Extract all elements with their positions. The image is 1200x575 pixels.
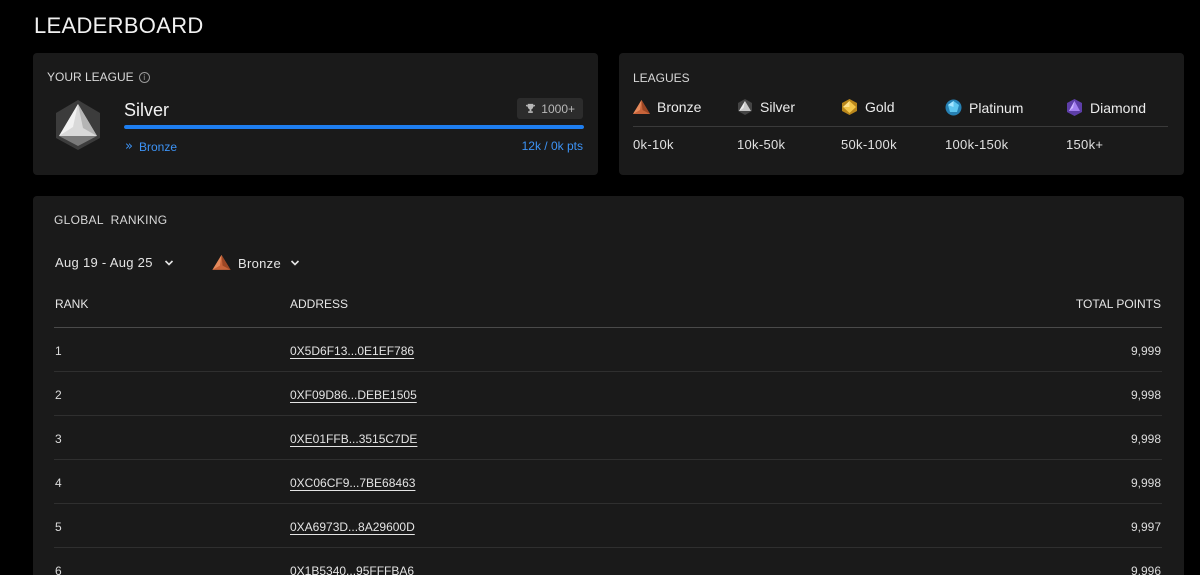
gold-gem-icon xyxy=(842,99,857,115)
rank-badge: 1000+ xyxy=(517,98,583,119)
row-address-link[interactable]: 0XF09D86...DEBE1505 xyxy=(290,388,417,402)
leagues-label: LEAGUES xyxy=(633,71,690,85)
league-range-diamond: 150k+ xyxy=(1066,137,1104,152)
table-row: 5 0XA6973D...8A29600D 9,997 xyxy=(54,504,1162,548)
row-rank: 1 xyxy=(55,344,62,358)
row-rank: 5 xyxy=(55,520,62,534)
league-item-silver: Silver xyxy=(737,99,795,115)
double-chevron-right-icon: » xyxy=(125,139,133,154)
row-address-link[interactable]: 0XA6973D...8A29600D xyxy=(290,520,415,534)
row-total-points: 9,998 xyxy=(1130,476,1161,490)
row-rank: 3 xyxy=(55,432,62,446)
league-points: 12k / 0k pts xyxy=(521,139,583,153)
league-filter-dropdown[interactable]: Bronze xyxy=(212,255,300,271)
row-total-points: 9,999 xyxy=(1130,344,1161,358)
row-rank: 6 xyxy=(55,564,62,575)
info-icon[interactable]: i xyxy=(138,71,150,83)
league-item-diamond: Diamond xyxy=(1066,99,1146,116)
league-item-platinum: Platinum xyxy=(945,99,1023,116)
league-range-bronze: 0k-10k xyxy=(633,137,674,152)
league-item-bronze: Bronze xyxy=(633,99,701,115)
row-total-points: 9,998 xyxy=(1130,388,1161,402)
next-league-link[interactable]: » Bronze xyxy=(125,139,177,154)
trophy-icon xyxy=(526,103,536,113)
global-ranking-card: GLOBAL RANKING Aug 19 - Aug 25 Bronze RA… xyxy=(33,196,1184,575)
row-address-link[interactable]: 0XE01FFB...3515C7DE xyxy=(290,432,417,446)
row-address-link[interactable]: 0X5D6F13...0E1EF786 xyxy=(290,344,414,358)
chevron-down-icon xyxy=(290,260,300,266)
page-title: LEADERBOARD xyxy=(34,13,204,38)
league-item-gold: Gold xyxy=(841,99,895,115)
date-range-dropdown[interactable]: Aug 19 - Aug 25 xyxy=(55,255,174,270)
table-row: 4 0XC06CF9...7BE68463 9,998 xyxy=(54,460,1162,504)
league-progress-bar xyxy=(124,125,584,129)
row-rank: 4 xyxy=(55,476,62,490)
column-header-address: ADDRESS xyxy=(290,297,349,311)
row-total-points: 9,997 xyxy=(1130,520,1161,534)
row-total-points: 9,996 xyxy=(1130,564,1161,575)
league-progress-fill xyxy=(124,125,584,129)
row-rank: 2 xyxy=(55,388,62,402)
table-row: 6 0X1B5340...95FFFBA6 9,996 xyxy=(54,548,1162,575)
table-row: 3 0XE01FFB...3515C7DE 9,998 xyxy=(54,416,1162,460)
league-range-gold: 50k-100k xyxy=(841,137,897,152)
bronze-gem-icon xyxy=(633,99,650,114)
table-row: 1 0X5D6F13...0E1EF786 9,999 xyxy=(54,328,1162,372)
global-ranking-label: GLOBAL RANKING xyxy=(54,213,168,227)
your-league-card: YOUR LEAGUE i Silver 1000+ » Bronze 12k … xyxy=(33,53,598,175)
league-range-silver: 10k-50k xyxy=(737,137,786,152)
current-league-name: Silver xyxy=(124,100,170,120)
leagues-header-row: Bronze Silver Gold Platinum Diamond xyxy=(633,99,1168,127)
silver-league-badge-icon xyxy=(56,100,100,150)
column-header-total-points: TOTAL POINTS xyxy=(1075,297,1161,311)
diamond-gem-icon xyxy=(1067,99,1082,116)
ranking-table-header: RANK ADDRESS TOTAL POINTS xyxy=(54,288,1162,328)
row-address-link[interactable]: 0XC06CF9...7BE68463 xyxy=(290,476,415,490)
table-row: 2 0XF09D86...DEBE1505 9,998 xyxy=(54,372,1162,416)
column-header-rank: RANK xyxy=(55,297,89,311)
row-address-link[interactable]: 0X1B5340...95FFFBA6 xyxy=(290,564,414,575)
row-total-points: 9,998 xyxy=(1130,432,1161,446)
your-league-label: YOUR LEAGUE i xyxy=(47,70,150,84)
bronze-gem-icon xyxy=(212,255,231,270)
ranking-table: RANK ADDRESS TOTAL POINTS 1 0X5D6F13...0… xyxy=(54,288,1162,575)
platinum-gem-icon xyxy=(945,99,962,116)
leagues-card: LEAGUES Bronze Silver Gold Platinum Diam… xyxy=(619,53,1184,175)
league-range-platinum: 100k-150k xyxy=(945,137,1009,152)
silver-gem-icon xyxy=(738,99,752,115)
chevron-down-icon xyxy=(164,259,173,266)
